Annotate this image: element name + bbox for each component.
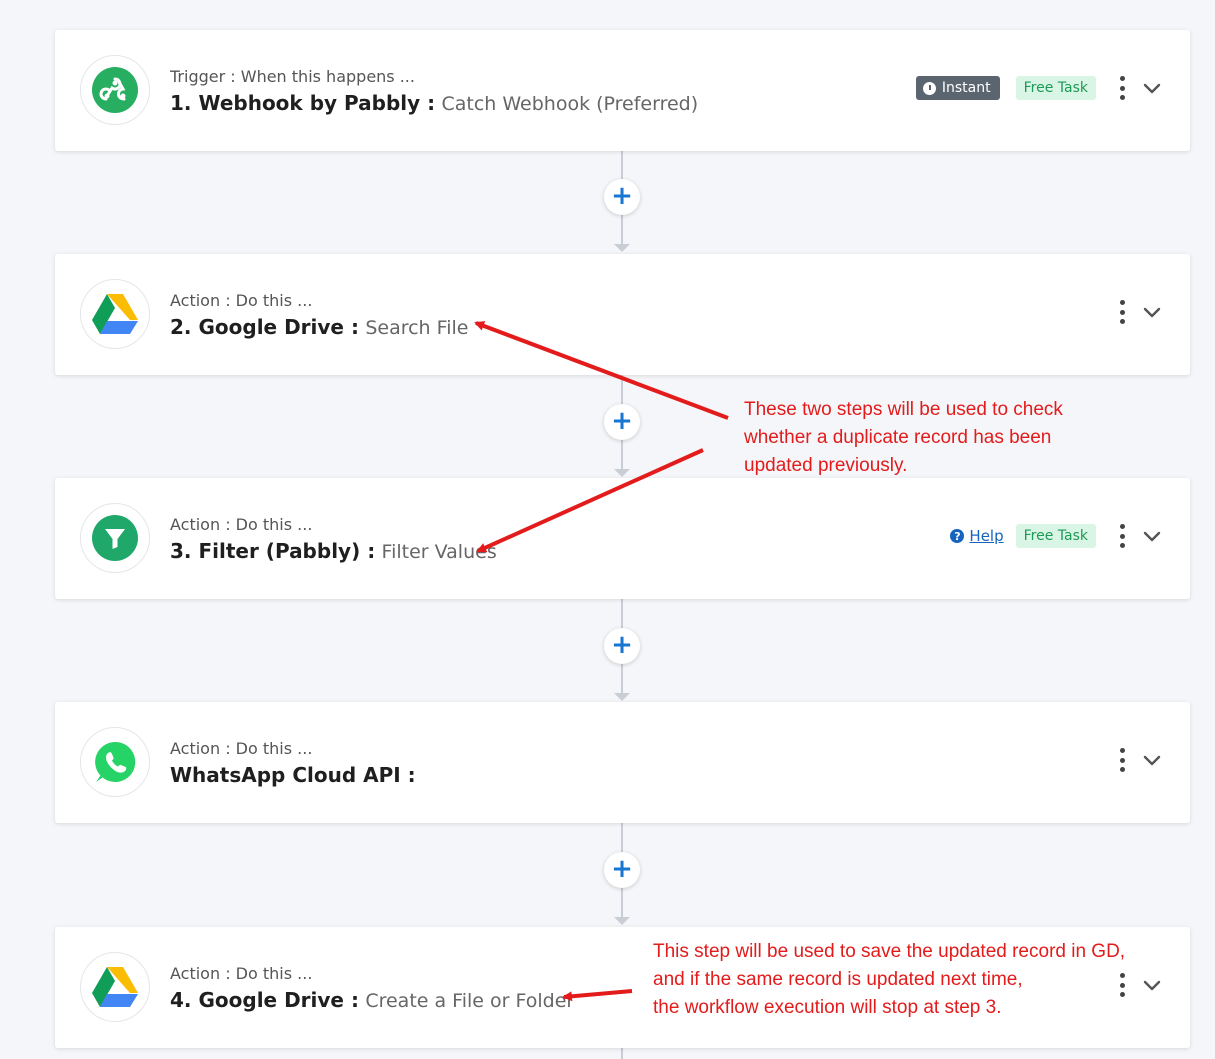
add-step-button[interactable]: + bbox=[604, 404, 640, 440]
webhook-icon bbox=[92, 67, 138, 113]
step-title: WhatsApp Cloud API : bbox=[170, 763, 416, 787]
step-event-name: Search File bbox=[365, 317, 469, 339]
step-tools bbox=[1096, 300, 1162, 324]
step-card-google-drive-search[interactable]: Action : Do this ... 2. Google Drive : S… bbox=[55, 254, 1190, 375]
connector-arrow bbox=[614, 469, 630, 477]
plus-icon: + bbox=[611, 406, 633, 436]
annotation-note-duplicate-check: These two steps will be used to check wh… bbox=[744, 396, 1063, 480]
add-step-button[interactable]: + bbox=[604, 628, 640, 664]
google-drive-icon bbox=[92, 967, 138, 1007]
step-app-name: 3. Filter (Pabbly) : bbox=[170, 539, 376, 563]
whatsapp-app-icon bbox=[80, 727, 150, 797]
google-drive-app-icon bbox=[80, 279, 150, 349]
plus-icon: + bbox=[611, 181, 633, 211]
annotation-line: This step will be used to save the updat… bbox=[653, 941, 1126, 962]
step-card-filter[interactable]: Action : Do this ... 3. Filter (Pabbly) … bbox=[55, 478, 1190, 599]
help-link[interactable]: ? Help bbox=[950, 527, 1004, 545]
chevron-down-icon[interactable] bbox=[1142, 750, 1162, 770]
annotation-line: whether a duplicate record has been bbox=[744, 427, 1052, 448]
annotation-line: and if the same record is updated next t… bbox=[653, 969, 1023, 990]
add-step-button[interactable]: + bbox=[604, 179, 640, 215]
step-title: 1. Webhook by Pabbly : Catch Webhook (Pr… bbox=[170, 91, 698, 115]
instant-label: Instant bbox=[941, 80, 991, 96]
chevron-down-icon[interactable] bbox=[1142, 78, 1162, 98]
google-drive-icon bbox=[92, 294, 138, 334]
more-options-icon[interactable] bbox=[1114, 524, 1130, 548]
more-options-icon[interactable] bbox=[1114, 748, 1130, 772]
step-app-name: 1. Webhook by Pabbly : bbox=[170, 91, 436, 115]
step-kind-label: Action : Do this ... bbox=[170, 964, 313, 983]
connector-arrow bbox=[614, 917, 630, 925]
filter-app-icon bbox=[80, 503, 150, 573]
more-options-icon[interactable] bbox=[1114, 76, 1130, 100]
step-app-name: 2. Google Drive : bbox=[170, 315, 359, 339]
step-tools bbox=[1096, 748, 1162, 772]
step-tools: ? Help Free Task bbox=[950, 524, 1162, 548]
annotation-line: These two steps will be used to check bbox=[744, 399, 1063, 420]
webhook-app-icon bbox=[80, 55, 150, 125]
google-drive-app-icon bbox=[80, 952, 150, 1022]
clock-icon bbox=[922, 81, 936, 95]
add-step-button[interactable]: + bbox=[604, 852, 640, 888]
annotation-line: the workflow execution will stop at step… bbox=[653, 997, 1002, 1018]
step-tools: Instant Free Task bbox=[915, 76, 1162, 100]
filter-icon bbox=[92, 515, 138, 561]
step-app-name: WhatsApp Cloud API : bbox=[170, 763, 416, 787]
connector-arrow bbox=[614, 693, 630, 701]
step-title: 2. Google Drive : Search File bbox=[170, 315, 468, 339]
plus-icon: + bbox=[611, 630, 633, 660]
step-kind-label: Action : Do this ... bbox=[170, 739, 313, 758]
annotation-note-save-record: This step will be used to save the updat… bbox=[653, 938, 1125, 1022]
chevron-down-icon[interactable] bbox=[1142, 975, 1162, 995]
instant-badge: Instant bbox=[915, 76, 1000, 100]
step-kind-label: Action : Do this ... bbox=[170, 515, 313, 534]
question-icon: ? bbox=[950, 529, 965, 543]
whatsapp-icon bbox=[95, 741, 136, 782]
step-event-name: Filter Values bbox=[381, 541, 497, 563]
step-title: 3. Filter (Pabbly) : Filter Values bbox=[170, 539, 497, 563]
help-label: Help bbox=[969, 527, 1004, 545]
step-event-name: Catch Webhook (Preferred) bbox=[441, 93, 699, 115]
connector-line bbox=[621, 1048, 623, 1059]
annotation-line: updated previously. bbox=[744, 455, 908, 476]
free-task-badge: Free Task bbox=[1015, 524, 1096, 548]
step-kind-label: Action : Do this ... bbox=[170, 291, 313, 310]
step-app-name: 4. Google Drive : bbox=[170, 988, 359, 1012]
connector-arrow bbox=[614, 244, 630, 252]
step-event-name: Create a File or Folder bbox=[365, 990, 575, 1012]
step-title: 4. Google Drive : Create a File or Folde… bbox=[170, 988, 574, 1012]
chevron-down-icon[interactable] bbox=[1142, 526, 1162, 546]
step-kind-label: Trigger : When this happens ... bbox=[170, 67, 415, 86]
step-card-whatsapp[interactable]: Action : Do this ... WhatsApp Cloud API … bbox=[55, 702, 1190, 823]
chevron-down-icon[interactable] bbox=[1142, 302, 1162, 322]
step-card-webhook[interactable]: Trigger : When this happens ... 1. Webho… bbox=[55, 30, 1190, 151]
more-options-icon[interactable] bbox=[1114, 300, 1130, 324]
free-task-badge: Free Task bbox=[1015, 76, 1096, 100]
plus-icon: + bbox=[611, 854, 633, 884]
